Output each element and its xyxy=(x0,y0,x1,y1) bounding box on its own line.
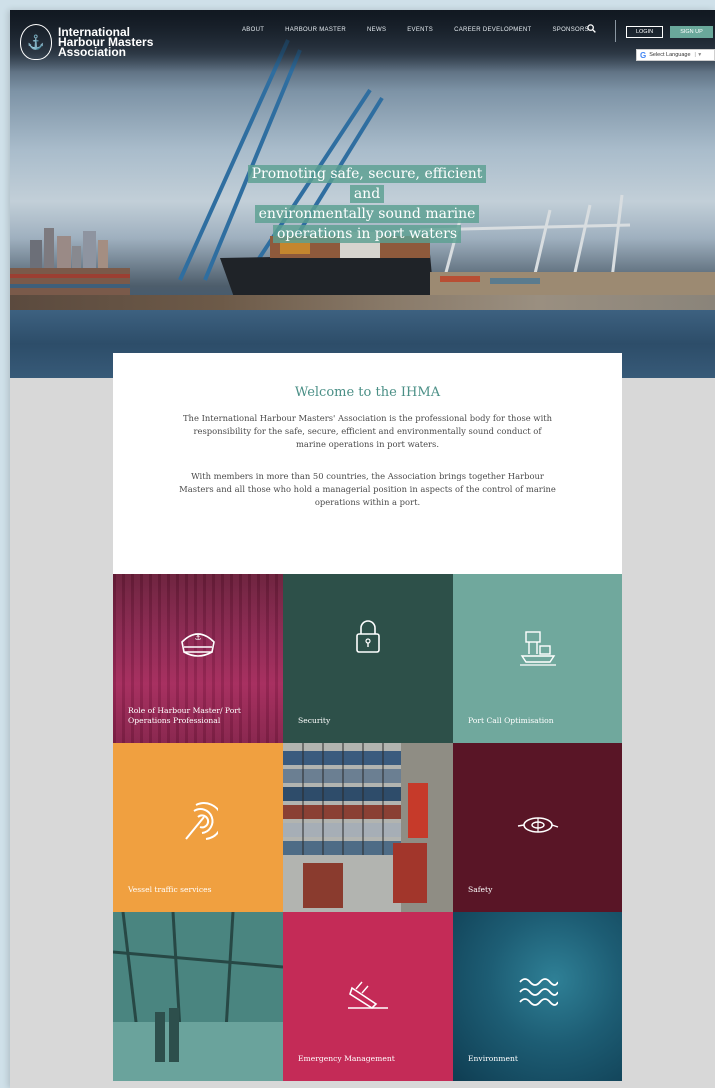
tile-label: Port Call Optimisation xyxy=(468,716,554,725)
welcome-paragraph-2: With members in more than 50 countries, … xyxy=(179,471,556,507)
container-stacks-image xyxy=(283,743,453,912)
logo-wordmark: International Harbour Masters Associatio… xyxy=(58,26,153,58)
tile-port-call-optimisation[interactable]: Port Call Optimisation xyxy=(453,574,622,743)
tile-label: Safety xyxy=(468,885,493,894)
tile-label: Role of Harbour Master/ Port Operations … xyxy=(128,706,241,725)
site-logo[interactable]: ⚓ International Harbour Masters Associat… xyxy=(20,24,153,60)
hero-tagline: Promoting safe, secure, efficient and en… xyxy=(242,164,492,244)
dropdown-arrow-icon: | ▼ xyxy=(694,52,703,58)
welcome-paragraph-1: The International Harbour Masters' Assoc… xyxy=(182,413,553,449)
language-selector[interactable]: G Select Language | ▼ xyxy=(636,49,715,61)
tile-label: Environment xyxy=(468,1054,518,1063)
welcome-panel: Welcome to the IHMA The International Ha… xyxy=(113,353,622,574)
main-nav: ABOUT HARBOUR MASTER NEWS EVENTS CAREER … xyxy=(242,27,610,33)
nav-item-events[interactable]: EVENTS xyxy=(407,27,433,33)
nav-item-harbour-master[interactable]: HARBOUR MASTER xyxy=(285,27,346,33)
anchor-emblem-icon: ⚓ xyxy=(20,24,52,60)
sinking-ship-icon xyxy=(348,981,388,1010)
tile-security[interactable]: Security xyxy=(283,574,453,743)
tile-label: Vessel traffic services xyxy=(128,885,212,894)
waves-icon xyxy=(518,978,558,1006)
captain-hat-icon: ⚓ xyxy=(181,633,215,657)
svg-text:⚓: ⚓ xyxy=(194,633,201,642)
login-button[interactable]: LOGIN xyxy=(626,26,663,38)
nav-divider xyxy=(615,20,616,42)
signup-button[interactable]: SIGN UP xyxy=(670,26,713,38)
google-g-icon: G xyxy=(640,50,647,60)
search-icon[interactable] xyxy=(587,24,596,33)
hero-banner: ⚓ International Harbour Masters Associat… xyxy=(10,10,715,378)
nav-item-sponsors[interactable]: SPONSORS xyxy=(552,27,588,33)
page-frame: ⚓ International Harbour Masters Associat… xyxy=(10,10,715,1088)
padlock-icon xyxy=(356,620,380,653)
nav-item-news[interactable]: NEWS xyxy=(367,27,386,33)
tile-emergency-management[interactable]: Emergency Management xyxy=(283,912,453,1081)
tile-vessel-traffic-services[interactable]: Vessel traffic services xyxy=(113,743,283,912)
tile-environment[interactable]: Environment xyxy=(453,912,622,1081)
radar-signal-icon xyxy=(185,802,218,840)
tagline-line-3: operations in port waters xyxy=(272,225,462,243)
welcome-title: Welcome to the IHMA xyxy=(294,385,441,400)
nav-item-about[interactable]: ABOUT xyxy=(242,27,264,33)
port-workers-photo xyxy=(113,912,283,1081)
workers-industrial-image xyxy=(113,912,283,1081)
tagline-line-2: environmentally sound marine xyxy=(254,205,480,223)
tagline-line-1: Promoting safe, secure, efficient and xyxy=(247,165,487,203)
language-selector-label: Select Language xyxy=(649,52,691,58)
tile-safety[interactable]: Safety xyxy=(453,743,622,912)
port-crane-icon xyxy=(519,631,556,666)
topic-tiles-grid: ⚓ Role of Harbour Master/ Port Operation… xyxy=(113,574,622,1081)
tile-label: Emergency Management xyxy=(298,1054,395,1063)
container-ship-photo xyxy=(283,743,453,912)
tile-role-of-harbour-master[interactable]: ⚓ Role of Harbour Master/ Port Operation… xyxy=(113,574,283,743)
lifebuoy-icon xyxy=(517,817,558,833)
tile-label: Security xyxy=(298,716,331,725)
nav-item-career-development[interactable]: CAREER DEVELOPMENT xyxy=(454,27,531,33)
